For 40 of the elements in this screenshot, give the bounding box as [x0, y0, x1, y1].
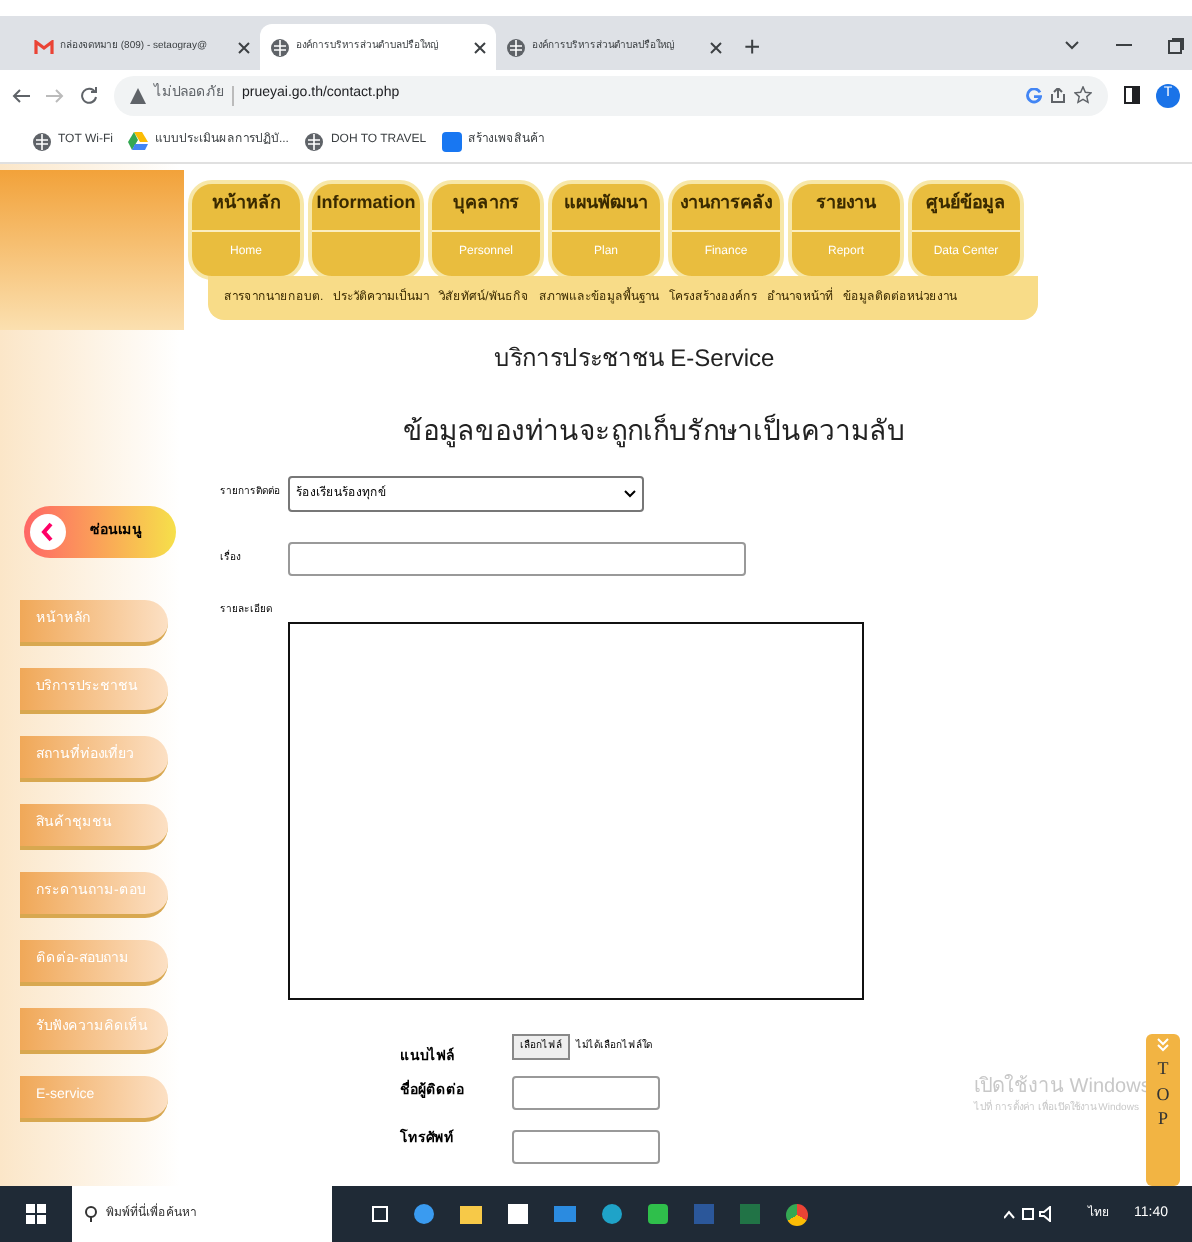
form-title: บริการประชาชน E-Service [491, 342, 777, 376]
nav-tab[interactable]: Information [308, 180, 424, 280]
drive-icon [128, 132, 149, 150]
google-icon [1026, 87, 1042, 103]
browser-app-icon[interactable] [414, 1204, 434, 1224]
star-icon[interactable] [1074, 86, 1092, 104]
sidebar-icon[interactable] [1124, 86, 1140, 104]
folder-icon[interactable] [460, 1205, 482, 1223]
privacy-notice: ข้อมูลของท่านจะถูกเก็บรักษาเป็นความลับ [401, 411, 907, 452]
mail-icon [34, 39, 54, 55]
chevron-down-icon[interactable] [1064, 40, 1080, 52]
tray-icons[interactable] [1004, 1206, 1056, 1222]
back-to-top-button[interactable]: TOP [1146, 1034, 1180, 1186]
close-icon[interactable] [238, 41, 250, 53]
globe-icon [506, 37, 526, 57]
minimize-icon[interactable] [1116, 44, 1132, 48]
chrome-icon[interactable] [786, 1203, 808, 1225]
edge-icon[interactable] [602, 1204, 622, 1224]
double-chevron-icon [1156, 1038, 1170, 1052]
warning-icon [130, 87, 146, 103]
phone-input[interactable] [512, 1130, 660, 1164]
globe-icon [270, 37, 290, 57]
subject-input[interactable] [288, 542, 746, 576]
globe-icon [32, 131, 52, 151]
share-icon[interactable] [1050, 87, 1066, 103]
new-tab-button[interactable]: + [744, 24, 761, 70]
reload-icon[interactable] [80, 86, 98, 104]
task-view-icon[interactable] [372, 1206, 388, 1222]
windows-logo-icon[interactable] [26, 1204, 46, 1224]
close-icon[interactable] [474, 41, 486, 53]
chat-app-icon[interactable] [648, 1204, 668, 1224]
restore-icon[interactable] [1168, 38, 1184, 54]
chevron-down-icon [624, 490, 636, 498]
close-icon[interactable] [710, 41, 722, 53]
contact-name-input[interactable] [512, 1076, 660, 1110]
chevron-left-icon [30, 514, 66, 550]
globe-icon [304, 131, 325, 151]
search-icon [84, 1206, 98, 1222]
back-icon[interactable] [12, 87, 30, 103]
facebook-icon [442, 131, 463, 151]
